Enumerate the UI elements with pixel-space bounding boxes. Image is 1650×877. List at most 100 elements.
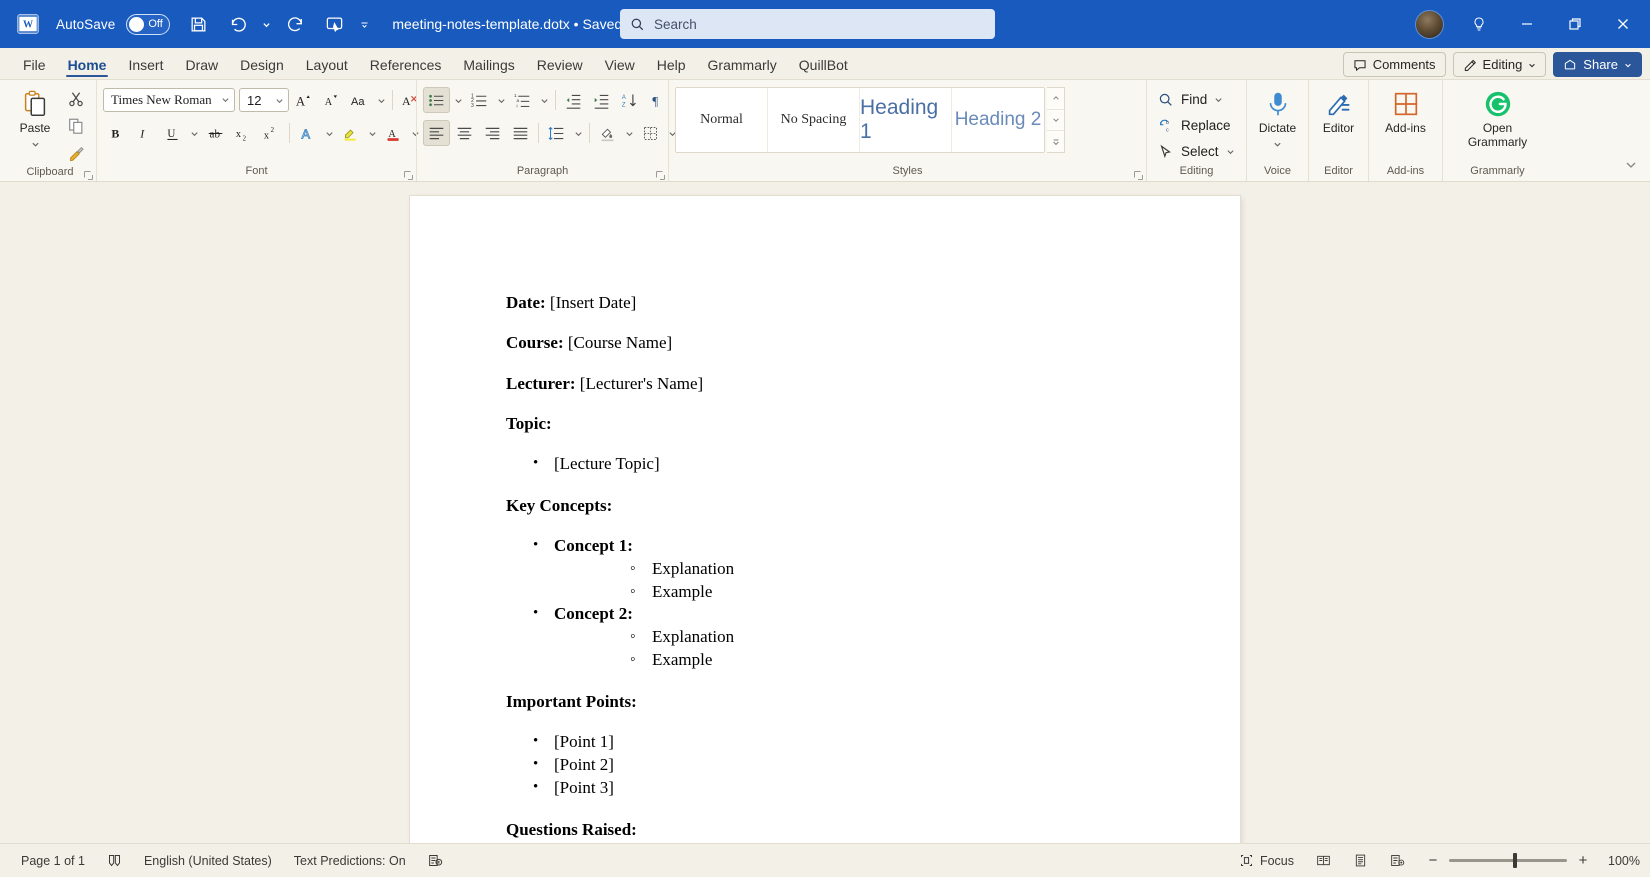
zoom-in-button[interactable]: + [1576,852,1590,869]
change-case-chevron-icon[interactable] [374,87,388,113]
styles-more-icon[interactable] [1047,131,1064,152]
find-button[interactable]: Find [1153,87,1230,112]
line-spacing-chevron-icon[interactable] [571,120,585,146]
justify-icon[interactable] [507,120,534,146]
zoom-out-button[interactable]: − [1426,852,1440,869]
replace-button[interactable]: bc Replace [1153,113,1238,138]
underline-chevron-icon[interactable] [187,120,201,146]
comments-button[interactable]: Comments [1343,52,1446,77]
tab-file[interactable]: File [12,53,57,79]
shrink-font-icon[interactable]: A [318,87,345,113]
shading-chevron-icon[interactable] [622,120,636,146]
show-marks-icon[interactable]: ¶ [644,87,671,113]
collapse-ribbon-icon[interactable] [1620,155,1642,175]
change-case-icon[interactable]: Aa [346,87,373,113]
tab-draw[interactable]: Draw [174,53,229,79]
dictate-chevron-icon[interactable] [1273,135,1282,153]
sort-icon[interactable]: AZ [616,87,643,113]
superscript-icon[interactable]: x2 [258,120,285,146]
open-grammarly-button[interactable]: Open Grammarly [1449,84,1546,149]
close-icon[interactable] [1600,1,1646,47]
page-indicator[interactable]: Page 1 of 1 [10,849,96,873]
tab-mailings[interactable]: Mailings [452,53,525,79]
focus-mode-button[interactable]: Focus [1228,849,1305,873]
font-dialog-launcher[interactable] [403,168,414,179]
subscript-icon[interactable]: x2 [230,120,257,146]
editor-button[interactable]: Editor [1315,84,1362,135]
underline-icon[interactable]: U [159,120,186,146]
styles-scroll-up-icon[interactable] [1047,88,1064,110]
tab-review[interactable]: Review [526,53,594,79]
select-chevron-icon[interactable] [1226,144,1235,159]
web-layout-icon[interactable] [1379,849,1416,873]
customize-qat-icon[interactable] [356,8,372,40]
tab-references[interactable]: References [359,53,453,79]
text-effects-chevron-icon[interactable] [322,120,336,146]
paste-chevron-icon[interactable] [31,135,40,153]
multilevel-list-icon[interactable]: 1ai [509,87,536,113]
tab-grammarly[interactable]: Grammarly [697,53,788,79]
save-icon[interactable] [182,8,214,40]
redo-icon[interactable] [280,8,312,40]
shading-icon[interactable] [594,120,621,146]
zoom-level[interactable]: 100% [1600,854,1640,868]
tab-help[interactable]: Help [646,53,697,79]
dictate-button[interactable]: Dictate [1253,84,1302,153]
editing-mode-button[interactable]: Editing [1453,52,1547,77]
paragraph-dialog-launcher[interactable] [655,168,666,179]
borders-icon[interactable] [637,120,664,146]
italic-icon[interactable]: I [131,120,158,146]
styles-dialog-launcher[interactable] [1133,168,1144,179]
tab-view[interactable]: View [594,53,646,79]
font-color-icon[interactable]: A [380,120,407,146]
numbering-chevron-icon[interactable] [494,87,508,113]
align-right-icon[interactable] [479,120,506,146]
touch-mode-icon[interactable] [318,8,350,40]
multilevel-list-chevron-icon[interactable] [537,87,551,113]
numbering-icon[interactable]: 123 [466,87,493,113]
bold-icon[interactable]: B [103,120,130,146]
proofing-errors-icon[interactable] [96,849,133,873]
align-left-icon[interactable] [423,120,450,146]
search-box[interactable] [620,9,995,39]
style-heading-2[interactable]: Heading 2 [952,88,1044,152]
style-no-spacing[interactable]: No Spacing [768,88,860,152]
text-highlight-chevron-icon[interactable] [365,120,379,146]
editing-chevron-icon[interactable] [1528,57,1536,72]
font-size-chevron-icon[interactable] [275,93,284,108]
tab-quillbot[interactable]: QuillBot [788,53,859,79]
text-predictions-indicator[interactable]: Text Predictions: On [283,849,417,873]
autosave-toggle[interactable]: Off [126,14,170,35]
font-name-chevron-icon[interactable] [221,92,230,108]
cut-icon[interactable] [62,86,90,112]
clipboard-dialog-launcher[interactable] [83,168,94,179]
strikethrough-icon[interactable]: ab [202,120,229,146]
line-spacing-icon[interactable] [543,120,570,146]
find-chevron-icon[interactable] [1214,92,1223,107]
tab-home[interactable]: Home [57,53,118,79]
text-effects-icon[interactable]: A [294,120,321,146]
font-size-select[interactable]: 12 [239,88,289,112]
addins-button[interactable]: Add-ins [1375,84,1436,135]
grow-font-icon[interactable]: A [290,87,317,113]
lightbulb-icon[interactable] [1456,1,1502,47]
share-button[interactable]: Share [1553,52,1642,77]
minimize-icon[interactable] [1504,1,1550,47]
language-indicator[interactable]: English (United States) [133,849,283,873]
paste-button[interactable]: Paste [10,84,60,153]
zoom-slider-thumb[interactable] [1513,853,1517,868]
undo-dropdown-icon[interactable] [258,8,274,40]
select-button[interactable]: Select [1153,139,1242,164]
document-title[interactable]: meeting-notes-template.dotx • Saved [392,16,639,32]
decrease-indent-icon[interactable] [560,87,587,113]
bullets-icon[interactable] [423,87,450,113]
read-mode-icon[interactable] [1305,849,1342,873]
share-chevron-icon[interactable] [1624,57,1632,72]
zoom-slider-track[interactable] [1449,859,1567,862]
accessibility-checker-icon[interactable] [417,849,454,873]
styles-scroll-down-icon[interactable] [1047,110,1064,132]
search-input[interactable] [654,17,985,32]
undo-icon[interactable] [220,8,252,40]
style-normal[interactable]: Normal [676,88,768,152]
user-avatar[interactable] [1415,10,1444,39]
